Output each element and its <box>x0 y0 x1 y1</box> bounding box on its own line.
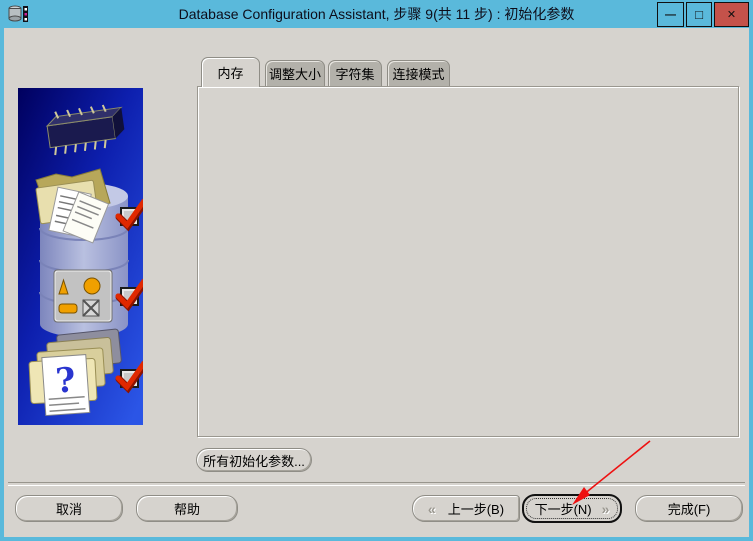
cancel-button[interactable]: 取消 <box>15 495 123 522</box>
memory-tab-panel <box>197 86 739 437</box>
tab-connection-mode[interactable]: 连接模式 <box>387 60 450 86</box>
tab-memory[interactable]: 内存 <box>201 57 260 87</box>
finish-button[interactable]: 完成(F) <box>635 495 743 522</box>
help-button[interactable]: 帮助 <box>136 495 238 522</box>
window-title: Database Configuration Assistant, 步骤 9(共… <box>0 4 753 24</box>
tab-charsets[interactable]: 字符集 <box>328 60 382 86</box>
maximize-icon: □ <box>695 7 703 22</box>
maximize-button[interactable]: □ <box>686 2 712 27</box>
next-button[interactable]: 下一步(N) » <box>522 494 622 523</box>
finish-button-label: 完成(F) <box>668 499 711 518</box>
tab-sizing-label: 调整大小 <box>269 64 321 83</box>
next-button-label: 下一步(N) <box>535 499 592 518</box>
close-icon: ✕ <box>727 8 736 21</box>
back-button[interactable]: « 上一步(B) <box>412 495 520 522</box>
tab-memory-label: 内存 <box>217 63 243 82</box>
minimize-button[interactable]: — <box>657 2 684 27</box>
cancel-button-label: 取消 <box>56 499 82 518</box>
tab-sizing[interactable]: 调整大小 <box>265 60 325 86</box>
svg-text:?: ? <box>54 360 77 401</box>
minimize-icon: — <box>665 9 676 21</box>
all-init-params-button[interactable]: 所有初始化参数... <box>196 448 312 472</box>
shapes-panel-icon <box>54 270 112 322</box>
back-button-label: 上一步(B) <box>448 499 504 518</box>
all-init-params-label: 所有初始化参数... <box>203 451 305 470</box>
chevrons-right-icon: » <box>602 501 610 517</box>
tab-connection-mode-label: 连接模式 <box>392 64 444 83</box>
close-button[interactable]: ✕ <box>714 2 749 27</box>
footer-divider <box>8 482 745 486</box>
window-icon <box>8 5 30 23</box>
chevrons-left-icon: « <box>428 501 436 517</box>
wizard-banner-graphic: ? <box>18 88 143 425</box>
tab-charsets-label: 字符集 <box>335 64 374 83</box>
help-button-label: 帮助 <box>174 499 200 518</box>
titlebar: Database Configuration Assistant, 步骤 9(共… <box>0 0 753 28</box>
dbca-window: Database Configuration Assistant, 步骤 9(共… <box>0 0 753 541</box>
